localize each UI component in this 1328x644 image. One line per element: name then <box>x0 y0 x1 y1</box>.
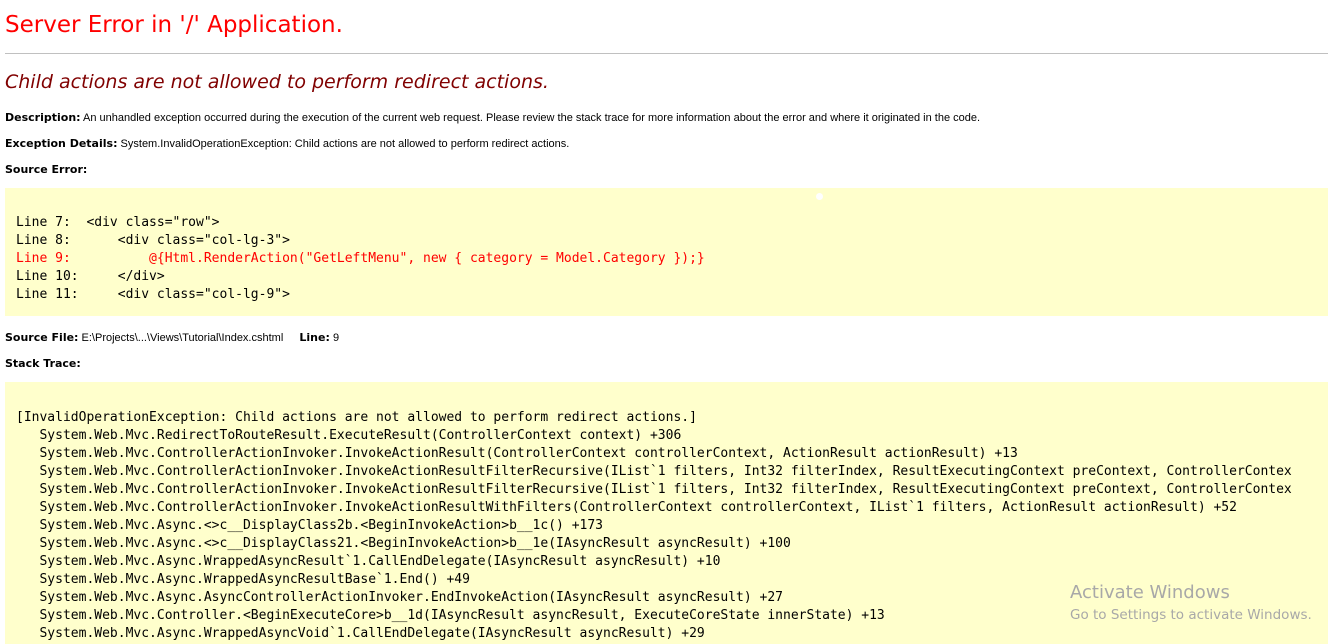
source-line: Line 7: <div class="row"> <box>16 215 220 230</box>
stack-trace-row: Stack Trace: <box>5 357 81 370</box>
stack-trace-line: System.Web.Mvc.ControllerActionInvoker.I… <box>16 500 1237 515</box>
stack-trace-line: [InvalidOperationException: Child action… <box>16 410 697 425</box>
stack-trace-line: System.Web.Mvc.ControllerActionInvoker.I… <box>16 482 1292 497</box>
stack-trace-line: System.Web.Mvc.ControllerActionInvoker.I… <box>16 446 1018 461</box>
watermark-title: Activate Windows <box>1070 582 1230 603</box>
activate-windows-watermark: Activate Windows Go to Settings to activ… <box>1070 582 1312 626</box>
line-number: 9 <box>332 332 340 344</box>
description-row: Description: An unhandled exception occu… <box>5 111 980 124</box>
source-file-path: E:\Projects\...\Views\Tutorial\Index.csh… <box>81 332 284 344</box>
source-line: Line 10: </div> <box>16 269 165 284</box>
stack-trace-line: System.Web.Mvc.Async.<>c__DisplayClass2b… <box>16 518 603 533</box>
stack-trace-line: System.Web.Mvc.Async.WrappedAsyncVoid`1.… <box>16 626 705 641</box>
stack-trace-line: System.Web.Mvc.Async.<>c__DisplayClass21… <box>16 536 791 551</box>
stack-trace-line: System.Web.Mvc.RedirectToRouteResult.Exe… <box>16 428 682 443</box>
stack-trace-line: System.Web.Mvc.ControllerActionInvoker.I… <box>16 464 1292 479</box>
source-line: Line 11: <div class="col-lg-9"> <box>16 287 290 302</box>
stack-trace-line: System.Web.Mvc.Async.WrappedAsyncResult`… <box>16 554 721 569</box>
title-divider <box>5 53 1328 54</box>
line-label: Line: <box>299 331 330 344</box>
exception-details-text: System.InvalidOperationException: Child … <box>120 138 570 150</box>
description-text: An unhandled exception occurred during t… <box>83 112 981 124</box>
source-file-row: Source File: E:\Projects\...\Views\Tutor… <box>5 331 339 344</box>
source-error-row: Source Error: <box>5 163 87 176</box>
cursor-dot <box>816 193 823 200</box>
error-message: Child actions are not allowed to perform… <box>5 71 549 93</box>
source-line-highlighted: Line 9: @{Html.RenderAction("GetLeftMenu… <box>16 251 705 266</box>
source-file-label: Source File: <box>5 331 79 344</box>
exception-details-row: Exception Details: System.InvalidOperati… <box>5 137 569 150</box>
page-title: Server Error in '/' Application. <box>5 12 343 38</box>
stack-trace-label: Stack Trace: <box>5 357 81 370</box>
exception-details-label: Exception Details: <box>5 137 118 150</box>
source-line: Line 8: <div class="col-lg-3"> <box>16 233 290 248</box>
source-error-box: Line 7: <div class="row"> Line 8: <div c… <box>5 188 1328 316</box>
description-label: Description: <box>5 111 81 124</box>
source-error-label: Source Error: <box>5 163 88 176</box>
watermark-subtitle: Go to Settings to activate Windows. <box>1070 607 1312 623</box>
